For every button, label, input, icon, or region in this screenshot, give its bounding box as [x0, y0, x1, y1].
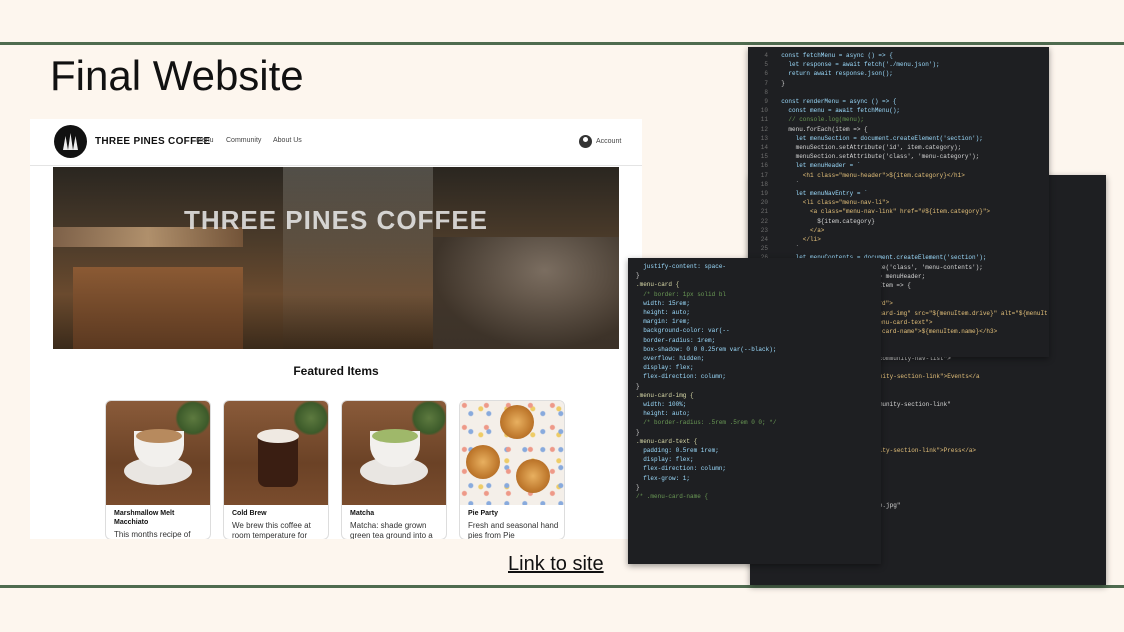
code-line: /* border-radius: .5rem .5rem 0 0; */	[636, 419, 777, 427]
code-line: box-shadow: 0 0 0.25rem var(--black);	[636, 345, 777, 353]
link-to-site[interactable]: Link to site	[508, 553, 604, 576]
hero-image: THREE PINES COFFEE	[53, 167, 619, 349]
code-line: background-color: var(--	[636, 327, 730, 335]
card-name: Cold Brew	[232, 510, 267, 517]
code-line: padding: 0.5rem 1rem;	[636, 447, 719, 455]
code-line: display: flex;	[636, 364, 694, 372]
nav-link-community[interactable]: Community	[226, 137, 261, 144]
code-line: 6 return await response.json();	[764, 70, 893, 78]
website-screenshot: THREE PINES COFFEE Menu Community About …	[30, 119, 642, 539]
nav-link-about[interactable]: About Us	[273, 137, 302, 144]
menu-card-cold-brew[interactable]: Cold Brew We brew this coffee at room te…	[223, 400, 329, 539]
css-code-screenshot: justify-content: space-} .menu-card { /* …	[628, 258, 881, 564]
code-line: flex-direction: column;	[636, 373, 727, 381]
card-name: Marshmallow Melt Macchiato	[114, 510, 175, 526]
code-line: 4 const fetchMenu = async () => {	[764, 52, 893, 59]
code-line: 10 const menu = await fetchMenu();	[760, 107, 901, 115]
code-line: 8	[764, 88, 768, 96]
code-line: width: 15rem;	[636, 299, 691, 307]
code-line: }	[636, 272, 640, 280]
code-line: 19 let menuNavEntry = `	[760, 190, 868, 198]
logo-icon[interactable]	[54, 125, 87, 158]
code-line: 9 const renderMenu = async () => {	[764, 98, 897, 106]
card-name: Pie Party	[468, 510, 498, 517]
nav-link-menu[interactable]: Menu	[196, 137, 214, 144]
code-line: margin: 1rem;	[636, 318, 691, 326]
code-line: flex-grow: 1;	[636, 474, 691, 482]
code-line: .menu-card {	[636, 281, 680, 289]
card-desc: Fresh and seasonal hand pies from Pie	[468, 521, 559, 539]
code-line: flex-direction: column;	[636, 465, 727, 473]
code-line: 18 `	[760, 180, 800, 188]
code-line: height: auto;	[636, 410, 691, 418]
bottom-divider	[0, 585, 1124, 588]
code-line: 16 let menuHeader = `	[760, 162, 861, 170]
card-image	[460, 401, 564, 505]
card-desc: Matcha: shade grown green tea ground int…	[350, 521, 433, 539]
code-line: 5 let response = await fetch('./menu.jso…	[764, 61, 940, 69]
code-line: 23 </a>	[760, 226, 825, 234]
code-line: height: auto;	[636, 309, 691, 317]
code-line: 25 `	[760, 245, 800, 253]
code-line: display: flex;	[636, 456, 694, 464]
code-line: 7 }	[764, 79, 785, 87]
code-line: 15 menuSection.setAttribute('class', 'me…	[760, 153, 980, 161]
brand-name[interactable]: THREE PINES COFFEE	[95, 136, 210, 147]
code-line: border-radius: 1rem;	[636, 336, 716, 344]
menu-card-pie-party[interactable]: Pie Party Fresh and seasonal hand pies f…	[459, 400, 565, 539]
code-line: 24 </li>	[760, 236, 821, 244]
code-line: width: 100%;	[636, 401, 687, 409]
code-line: 12 menu.forEach(item => {	[760, 125, 868, 133]
top-divider	[0, 42, 1124, 45]
card-name: Matcha	[350, 510, 375, 517]
account-button[interactable]: Account	[579, 135, 621, 148]
card-desc: This months recipe of	[114, 530, 191, 539]
code-line: .menu-card-img {	[636, 391, 694, 399]
code-line: overflow: hidden;	[636, 355, 705, 363]
card-image	[224, 401, 328, 505]
code-line: /* border: 1px solid bl	[636, 290, 727, 298]
code-line: 21 <a class="menu-nav-link" href="#${ite…	[760, 208, 991, 216]
account-icon	[579, 135, 592, 148]
featured-heading: Featured Items	[293, 364, 379, 378]
code-line: justify-content: space-	[636, 263, 727, 270]
account-label: Account	[596, 138, 622, 145]
code-line: 20 <li class="menu-nav-li">	[760, 199, 890, 207]
slide-title: Final Website	[50, 52, 304, 99]
code-line: .menu-card-text {	[636, 437, 698, 445]
card-image	[106, 401, 210, 505]
menu-card-matcha[interactable]: Matcha Matcha: shade grown green tea gro…	[341, 400, 447, 539]
code-line: }	[636, 382, 640, 390]
menu-card-marshmallow[interactable]: Marshmallow Melt Macchiato This months r…	[105, 400, 211, 539]
code-line: 22 ${item.category}	[760, 217, 875, 225]
site-navbar: THREE PINES COFFEE Menu Community About …	[30, 119, 642, 166]
card-image	[342, 401, 446, 505]
hero-title: THREE PINES COFFEE	[183, 205, 489, 235]
code-line: 14 menuSection.setAttribute('id', item.c…	[760, 144, 962, 152]
card-desc: We brew this coffee at room temperature …	[232, 521, 311, 539]
code-line: }	[636, 428, 640, 436]
code-line: 11 // console.log(menu);	[760, 116, 865, 124]
code-line: 13 let menuSection = document.createElem…	[760, 134, 983, 142]
code-line: 17 <h1 class="menu-header">${item.catego…	[760, 171, 965, 179]
code-line: }	[636, 483, 640, 491]
code-line: /* .menu-card-name {	[636, 493, 709, 501]
